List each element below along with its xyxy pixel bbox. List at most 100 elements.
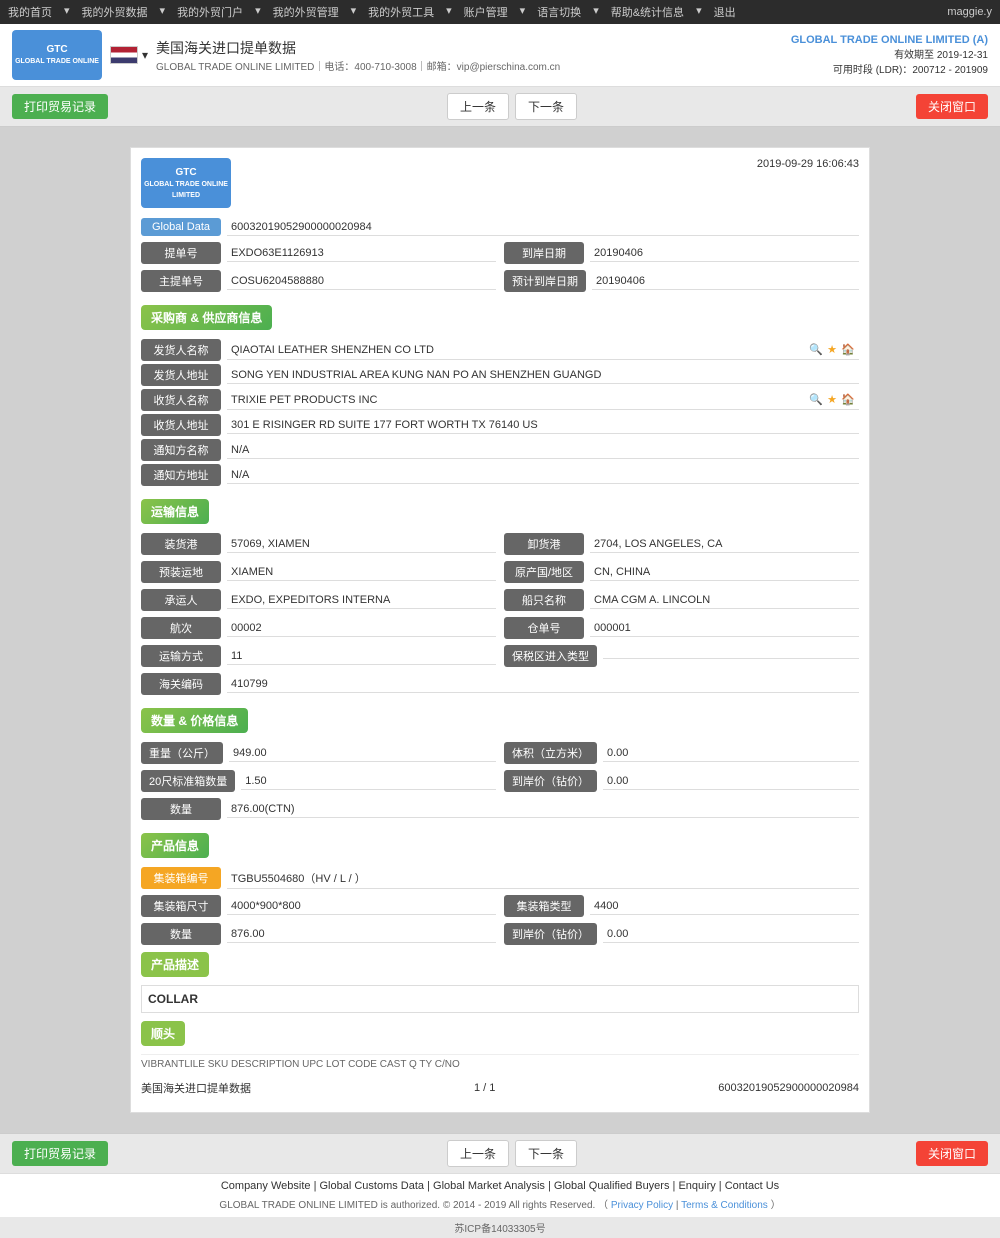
footer-copyright: GLOBAL TRADE ONLINE LIMITED is authorize…: [6, 1196, 994, 1211]
next-button[interactable]: 下一条: [515, 93, 577, 120]
flag-selector[interactable]: ▾: [110, 46, 148, 64]
logo: GTCGLOBAL TRADE ONLINE: [12, 30, 102, 80]
shipper-name-label: 发货人名称: [141, 339, 221, 361]
quantity-section: 数量 & 价格信息 重量（公斤） 949.00 体积（立方米） 0.00 20尺…: [141, 698, 859, 820]
print-button[interactable]: 打印贸易记录: [12, 94, 108, 119]
voyage-label: 航次: [141, 617, 221, 639]
footer-terms-link[interactable]: Terms & Conditions: [681, 1200, 768, 1211]
ldr-range: 可用时段 (LDR)：200712 - 201909: [791, 61, 988, 76]
twentyft-price-row: 20尺标准箱数量 1.50 到岸价（钻价） 0.00: [141, 767, 859, 795]
nav-language[interactable]: 语言切换: [537, 4, 581, 20]
consignee-addr-row: 收货人地址 301 E RISINGER RD SUITE 177 FORT W…: [141, 414, 859, 436]
weight-row: 重量（公斤） 949.00: [141, 742, 496, 764]
nav-help[interactable]: 帮助&统计信息: [611, 4, 684, 20]
top-nav-links: 我的首页 ▾ 我的外贸数据 ▾ 我的外贸门户 ▾ 我的外贸管理 ▾ 我的外贸工具…: [8, 4, 736, 20]
carrier-label: 承运人: [141, 589, 221, 611]
arrival-price-value: 0.00: [603, 773, 859, 790]
page-header: GTCGLOBAL TRADE ONLINE ▾ 美国海关进口提单数据 GLOB…: [0, 24, 1000, 87]
footer-privacy-link[interactable]: Privacy Policy: [611, 1200, 673, 1211]
doc-logo: GTCGLOBAL TRADE ONLINE LIMITED: [141, 158, 231, 208]
vessel-label: 船只名称: [504, 589, 584, 611]
bottom-nav-buttons: 上一条 下一条: [447, 1140, 577, 1167]
icp-footer: 苏ICP备14033305号: [0, 1217, 1000, 1238]
star-icon[interactable]: ★: [827, 343, 837, 356]
site-footer: Company Website | Global Customs Data | …: [0, 1173, 1000, 1217]
container-no-label: 集装箱编号: [141, 867, 221, 889]
close-button[interactable]: 关闭窗口: [916, 94, 988, 119]
bonded-row: 保税区进入类型: [504, 645, 859, 667]
container-details-row: 集装箱尺寸 4000*900*800 集装箱类型 4400: [141, 892, 859, 920]
discharge-port-label: 卸货港: [504, 533, 584, 555]
footer-link-contact[interactable]: Contact Us: [725, 1180, 779, 1192]
estimated-date-row: 预计到岸日期 20190406: [504, 270, 859, 292]
discharge-port-value: 2704, LOS ANGELES, CA: [590, 536, 859, 553]
consignee-name-label: 收货人名称: [141, 389, 221, 411]
arrival-date-label: 到岸日期: [504, 242, 584, 264]
bottom-print-button[interactable]: 打印贸易记录: [12, 1141, 108, 1166]
product-desc-header[interactable]: 产品描述: [141, 952, 209, 977]
notify-addr-label: 通知方地址: [141, 464, 221, 486]
doc-logo-area: GTCGLOBAL TRADE ONLINE LIMITED: [141, 158, 231, 208]
footer-link-enquiry[interactable]: Enquiry: [678, 1180, 715, 1192]
footer-link-market[interactable]: Global Market Analysis: [433, 1180, 545, 1192]
transport-section: 运输信息 装货港 57069, XIAMEN 卸货港 2704, LOS ANG…: [141, 489, 859, 695]
footer-link-company[interactable]: Company Website: [221, 1180, 311, 1192]
consignee-icons: 🔍 ★ 🏠: [809, 393, 855, 407]
consignee-search-icon[interactable]: 🔍: [809, 393, 823, 407]
estimated-date-value: 20190406: [592, 273, 859, 290]
consignee-star-icon[interactable]: ★: [827, 393, 837, 406]
bill-label: 提单号: [141, 242, 221, 264]
contact-info: GLOBAL TRADE ONLINE LIMITED｜电话：400-710-3…: [156, 58, 560, 73]
consignee-home-icon[interactable]: 🏠: [841, 393, 855, 406]
product-section: 产品信息 集装箱编号 TGBU5504680（HV / L / ） 集装箱尺寸 …: [141, 823, 859, 1070]
company-name: GLOBAL TRADE ONLINE LIMITED (A): [791, 34, 988, 46]
weight-value: 949.00: [229, 745, 496, 762]
loading-port-value: 57069, XIAMEN: [227, 536, 496, 553]
home-icon[interactable]: 🏠: [841, 343, 855, 356]
prev-button[interactable]: 上一条: [447, 93, 509, 120]
warehouse-label: 仓单号: [504, 617, 584, 639]
port-row: 装货港 57069, XIAMEN 卸货港 2704, LOS ANGELES,…: [141, 530, 859, 558]
warehouse-value: 000001: [590, 620, 859, 637]
top-navigation: 我的首页 ▾ 我的外贸数据 ▾ 我的外贸门户 ▾ 我的外贸管理 ▾ 我的外贸工具…: [0, 0, 1000, 24]
nav-tools[interactable]: 我的外贸工具: [368, 4, 434, 20]
arrival-price-row: 到岸价（钻价） 0.00: [504, 770, 859, 792]
product-qty-price-row: 数量 876.00 到岸价（钻价） 0.00: [141, 920, 859, 948]
shipper-addr-label: 发货人地址: [141, 364, 221, 386]
arrival-price-label: 到岸价（钻价）: [504, 770, 597, 792]
transport-mode-label: 运输方式: [141, 645, 221, 667]
container-size-label: 集装箱尺寸: [141, 895, 221, 917]
page-title: 美国海关进口提单数据: [156, 38, 560, 58]
document-header: GTCGLOBAL TRADE ONLINE LIMITED 2019-09-2…: [141, 158, 859, 208]
product-arrival-price-row: 到岸价（钻价） 0.00: [504, 923, 859, 945]
customs-row: 海关编码 410799: [141, 673, 859, 695]
weight-label: 重量（公斤）: [141, 742, 223, 764]
carrier-row: 承运人 EXDO, EXPEDITORS INTERNA: [141, 589, 496, 611]
notify-addr-row: 通知方地址 N/A: [141, 464, 859, 486]
nav-home[interactable]: 我的首页: [8, 4, 52, 20]
shipper-icons: 🔍 ★ 🏠: [809, 343, 855, 357]
footer-link-customs[interactable]: Global Customs Data: [320, 1180, 425, 1192]
nav-logout[interactable]: 退出: [714, 4, 736, 20]
nav-account[interactable]: 账户管理: [464, 4, 508, 20]
bottom-close-button[interactable]: 关闭窗口: [916, 1141, 988, 1166]
footer-link-buyers[interactable]: Global Qualified Buyers: [554, 1180, 670, 1192]
pagination-source: 美国海关进口提单数据: [141, 1080, 251, 1096]
bill-value: EXDO63E1126913: [227, 245, 496, 262]
search-icon[interactable]: 🔍: [809, 343, 823, 357]
twenty-ft-label: 20尺标准箱数量: [141, 770, 235, 792]
bottom-next-button[interactable]: 下一条: [515, 1140, 577, 1167]
header-button[interactable]: 顺头: [141, 1021, 185, 1046]
transport-bonded-row: 运输方式 11 保税区进入类型: [141, 642, 859, 670]
main-document: GTCGLOBAL TRADE ONLINE LIMITED 2019-09-2…: [130, 147, 870, 1113]
shipper-section: 采购商 & 供应商信息 发货人名称 QIAOTAI LEATHER SHENZH…: [141, 295, 859, 486]
bottom-prev-button[interactable]: 上一条: [447, 1140, 509, 1167]
product-quantity-value: 876.00: [227, 926, 496, 943]
shipper-section-header: 采购商 & 供应商信息: [141, 305, 272, 330]
header-right: GLOBAL TRADE ONLINE LIMITED (A) 有效期至 201…: [791, 34, 988, 76]
transport-section-header: 运输信息: [141, 499, 209, 524]
nav-mydata[interactable]: 我的外贸数据: [82, 4, 148, 20]
consignee-name-value-area: TRIXIE PET PRODUCTS INC 🔍 ★ 🏠: [227, 391, 859, 410]
nav-portal[interactable]: 我的外贸门户: [177, 4, 243, 20]
nav-manage[interactable]: 我的外贸管理: [273, 4, 339, 20]
